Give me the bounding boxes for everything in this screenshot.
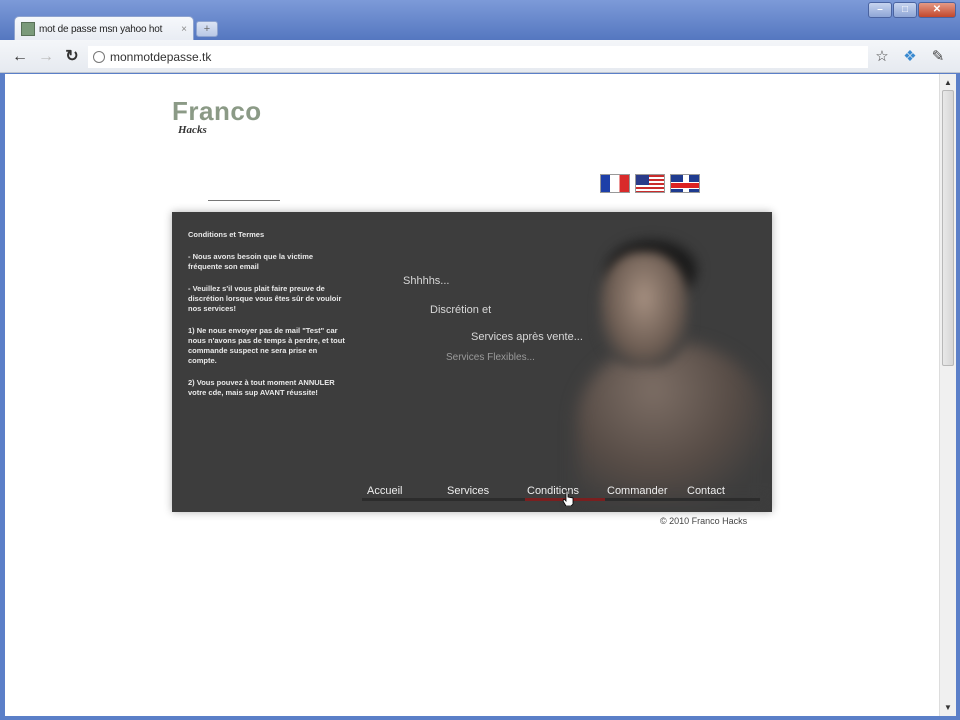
tab-title: mot de passe msn yahoo hot — [39, 23, 163, 35]
minimize-button[interactable]: – — [868, 2, 892, 18]
menu-item-services[interactable]: Services — [447, 485, 527, 497]
slogan-line: Services Flexibles... — [446, 352, 535, 363]
title-bar: mot de passe msn yahoo hot × + – □ ✕ — [0, 0, 960, 41]
slogan-line: Services après vente... — [471, 331, 583, 343]
page-menu-icon[interactable]: ❖ — [900, 47, 920, 67]
language-flags — [600, 174, 700, 193]
maximize-button[interactable]: □ — [893, 2, 917, 18]
browser-window: mot de passe msn yahoo hot × + – □ ✕ ← →… — [0, 0, 960, 720]
conditions-paragraph: 1) Ne nous envoyer pas de mail "Test" ca… — [188, 326, 345, 365]
address-bar[interactable]: monmotdepasse.tk — [88, 46, 868, 68]
wrench-icon[interactable]: ✎ — [928, 47, 948, 67]
new-tab-button[interactable]: + — [196, 21, 218, 37]
star-icon[interactable]: ☆ — [872, 47, 892, 67]
forward-arrow-icon[interactable]: → — [36, 47, 56, 67]
fr-flag-icon[interactable] — [600, 174, 630, 193]
site-logo[interactable]: Franco Hacks — [172, 98, 282, 136]
vertical-scrollbar[interactable]: ▲ ▼ — [939, 74, 956, 716]
scroll-up-icon[interactable]: ▲ — [944, 78, 952, 87]
reload-icon[interactable]: ↻ — [62, 47, 82, 67]
menu-item-accueil[interactable]: Accueil — [367, 485, 447, 497]
conditions-paragraph: - Nous avons besoin que la victime fréqu… — [188, 252, 314, 271]
conditions-paragraph: 2) Vous pouvez à tout moment ANNULER vot… — [188, 378, 335, 397]
logo-main-text: Franco — [172, 96, 262, 126]
scroll-down-icon[interactable]: ▼ — [944, 703, 952, 712]
url-text: monmotdepasse.tk — [110, 50, 212, 64]
browser-tab[interactable]: mot de passe msn yahoo hot × — [14, 16, 194, 41]
us-flag-icon[interactable] — [635, 174, 665, 193]
favicon-icon — [21, 22, 35, 36]
slogan-line: Discrétion et — [430, 304, 492, 316]
logo-underline — [208, 200, 280, 201]
hand-cursor-icon — [562, 490, 574, 506]
conditions-paragraph: - Veuillez s'il vous plait faire preuve … — [188, 284, 342, 313]
main-panel: Conditions et Termes - Nous avons besoin… — [172, 212, 772, 512]
copyright-text: © 2010 Franco Hacks — [660, 516, 748, 526]
portrait-image — [577, 232, 767, 502]
scroll-thumb[interactable] — [942, 90, 954, 366]
page-icon — [93, 51, 105, 63]
slogan-line: Shhhhs... — [403, 275, 450, 287]
conditions-title: Conditions et Termes — [188, 230, 265, 239]
back-arrow-icon[interactable]: ← — [10, 47, 30, 67]
tab-close-button[interactable]: × — [181, 24, 187, 35]
menu-item-commander[interactable]: Commander — [607, 485, 687, 497]
browser-toolbar: ← → ↻ monmotdepasse.tk ☆ ❖ ✎ — [0, 40, 960, 73]
uk-flag-icon[interactable] — [670, 174, 700, 193]
menu-item-contact[interactable]: Contact — [687, 485, 767, 497]
conditions-text: Conditions et Termes - Nous avons besoin… — [188, 230, 348, 410]
close-window-button[interactable]: ✕ — [918, 2, 956, 18]
